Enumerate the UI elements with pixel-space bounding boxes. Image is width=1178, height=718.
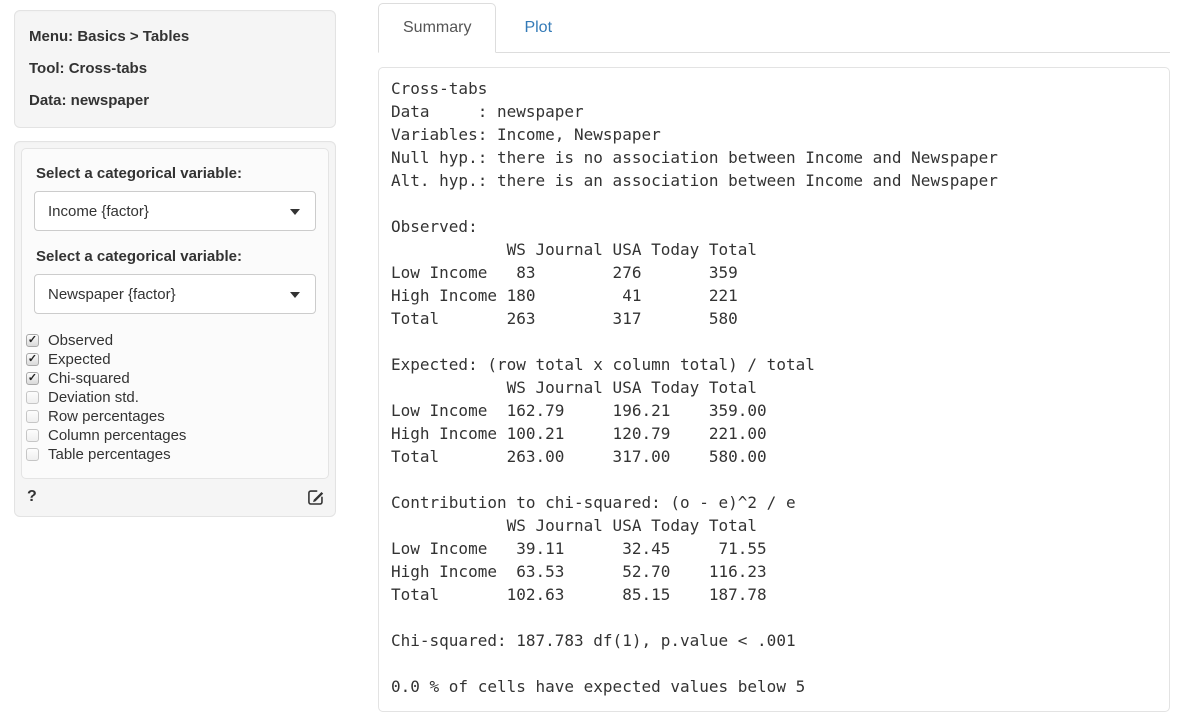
dataset-name: Data: newspaper [29, 91, 321, 111]
main-area: Summary Plot Cross-tabs Data : newspaper… [378, 3, 1170, 712]
checkbox-label: Row percentages [48, 408, 165, 425]
menu-breadcrumb: Menu: Basics > Tables [29, 27, 321, 47]
variable1-value: Income {factor} [48, 203, 149, 220]
checkbox-label: Table percentages [48, 446, 171, 463]
variable2-label: Select a categorical variable: [36, 248, 316, 265]
summary-output-box: Cross-tabs Data : newspaper Variables: I… [378, 67, 1170, 712]
checkbox-list: ✓ Observed ✓ Expected ✓ Chi-squared Devi… [26, 331, 316, 464]
variable2-value: Newspaper {factor} [48, 286, 176, 303]
edit-report-icon[interactable] [307, 488, 325, 506]
checkbox-column-percentages[interactable]: Column percentages [26, 426, 316, 445]
app-root: Menu: Basics > Tables Tool: Cross-tabs D… [14, 10, 1170, 712]
controls-panel: Select a categorical variable: Income {f… [14, 141, 336, 517]
checkbox-icon [26, 391, 39, 404]
sidebar: Menu: Basics > Tables Tool: Cross-tabs D… [14, 10, 336, 517]
controls-inner-box: Select a categorical variable: Income {f… [21, 148, 329, 479]
checkbox-label: Chi-squared [48, 370, 130, 387]
caret-down-icon [290, 209, 300, 215]
checkbox-expected[interactable]: ✓ Expected [26, 350, 316, 369]
crosstab-summary-text: Cross-tabs Data : newspaper Variables: I… [391, 77, 1157, 698]
checkbox-observed[interactable]: ✓ Observed [26, 331, 316, 350]
checkbox-label: Expected [48, 351, 111, 368]
checkbox-chi-squared[interactable]: ✓ Chi-squared [26, 369, 316, 388]
checkbox-row-percentages[interactable]: Row percentages [26, 407, 316, 426]
tab-bar: Summary Plot [378, 3, 1170, 53]
help-button[interactable]: ? [27, 488, 37, 506]
help-row: ? [21, 479, 329, 508]
checkbox-icon: ✓ [26, 372, 39, 385]
tool-info-panel: Menu: Basics > Tables Tool: Cross-tabs D… [14, 10, 336, 128]
checkbox-table-percentages[interactable]: Table percentages [26, 445, 316, 464]
variable1-label: Select a categorical variable: [36, 165, 316, 182]
caret-down-icon [290, 292, 300, 298]
variable1-select[interactable]: Income {factor} [34, 191, 316, 231]
checkbox-icon [26, 429, 39, 442]
checkbox-icon [26, 448, 39, 461]
tab-summary[interactable]: Summary [378, 3, 496, 53]
checkbox-label: Observed [48, 332, 113, 349]
checkbox-icon [26, 410, 39, 423]
checkbox-label: Column percentages [48, 427, 186, 444]
checkbox-icon: ✓ [26, 334, 39, 347]
checkbox-icon: ✓ [26, 353, 39, 366]
tab-plot[interactable]: Plot [496, 3, 580, 53]
tool-name: Tool: Cross-tabs [29, 59, 321, 79]
checkbox-label: Deviation std. [48, 389, 139, 406]
checkbox-deviation-std[interactable]: Deviation std. [26, 388, 316, 407]
variable2-select[interactable]: Newspaper {factor} [34, 274, 316, 314]
